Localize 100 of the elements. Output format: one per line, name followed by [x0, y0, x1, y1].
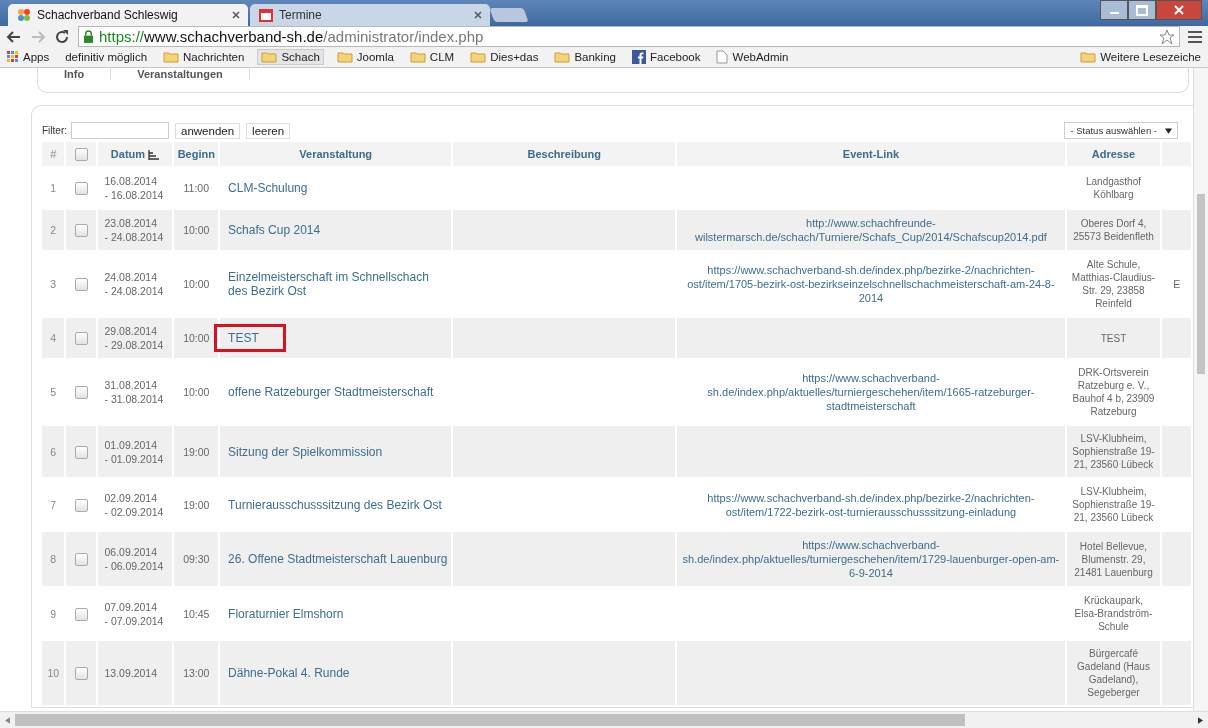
bookmark[interactable]: Joomla: [333, 50, 397, 64]
event-link[interactable]: offene Ratzeburger Stadtmeisterschaft: [228, 385, 434, 399]
start-time: 19:00: [183, 445, 210, 458]
date-range: 31.08.2014 - 31.08.2014: [104, 379, 164, 405]
start-time: 10:00: [183, 332, 210, 344]
start-time: 09:30: [183, 553, 210, 565]
date-range: 01.09.2014 - 01.09.2014: [104, 438, 164, 465]
bookmark[interactable]: Banking: [551, 50, 619, 64]
start-time: 19:00: [183, 498, 210, 511]
row-checkbox[interactable]: [74, 553, 88, 567]
forward-icon[interactable]: [30, 28, 46, 45]
row-checkbox[interactable]: [74, 332, 88, 346]
close-icon[interactable]: [474, 11, 482, 19]
bookmark[interactable]: Nachrichten: [160, 50, 248, 64]
browser-tab[interactable]: Termine: [250, 4, 490, 26]
start-time: 10:45: [183, 607, 210, 620]
address-text: Oberes Dorf 4, 25573 Beidenfleth: [1073, 218, 1154, 242]
bookmark[interactable]: Apps: [4, 50, 53, 64]
status-dropdown[interactable]: - Status auswählen -: [1064, 122, 1178, 139]
url-link[interactable]: https://www.schachverband-sh.de/index.php/aktuelles/turniergeschehen/item/1665-ratzeburger-stadtmeisterschaft: [679, 371, 1063, 413]
folder-icon: [470, 51, 487, 63]
row-checkbox[interactable]: [74, 445, 88, 459]
calendar-icon: [258, 7, 274, 23]
reload-icon[interactable]: [54, 28, 70, 45]
row-number: 5: [50, 386, 57, 398]
address-text: Bürgercafé Gadeland (Haus Gadeland), Segeberger: [1077, 648, 1150, 698]
new-tab-button[interactable]: [489, 8, 529, 22]
row-checkbox[interactable]: [74, 386, 88, 400]
row-number: 6: [50, 445, 57, 458]
filter-field[interactable]: [71, 122, 169, 139]
menu-icon[interactable]: [1188, 30, 1202, 43]
row-checkbox[interactable]: [74, 498, 88, 512]
folder-icon: [409, 51, 426, 63]
column-header[interactable]: Event-Link: [842, 148, 900, 160]
table-cell: E: [1173, 278, 1181, 290]
page-tab[interactable]: Info: [38, 68, 112, 80]
clear-button[interactable]: leeren: [246, 122, 291, 139]
horizontal-scrollbar[interactable]: [0, 711, 1208, 728]
back-icon[interactable]: [6, 28, 22, 45]
column-header[interactable]: Beschreibung: [527, 148, 601, 160]
row-checkbox[interactable]: [74, 182, 88, 196]
maximize-button[interactable]: [1128, 0, 1156, 20]
dropdown-caret-icon: [1165, 127, 1172, 134]
row-checkbox[interactable]: [74, 667, 88, 681]
date-range: 16.08.2014 - 16.08.2014: [104, 175, 164, 201]
page-tab[interactable]: Veranstaltungen: [111, 68, 250, 80]
apply-button[interactable]: anwenden: [175, 122, 241, 139]
folder-icon: [261, 51, 278, 63]
event-link[interactable]: CLM-Schulung: [228, 181, 308, 195]
event-link[interactable]: Dähne-Pokal 4. Runde: [228, 666, 350, 680]
row-number: 10: [47, 667, 60, 679]
sort-icon[interactable]: [148, 150, 161, 161]
close-icon: [1174, 5, 1184, 15]
start-time: 10:00: [183, 224, 210, 236]
url-link[interactable]: https://www.schachverband-sh.de/index.php/bezirke-2/nachrichten-ost/item/1705-bezirk-ost-bezirkseinzelschnellschachmeisterschaft-am-24-8-2014: [679, 263, 1063, 305]
date-range: 24.08.2014 - 24.08.2014: [104, 271, 164, 297]
event-link[interactable]: Schafs Cup 2014: [228, 223, 321, 237]
browser-tab[interactable]: Schachverband Schleswig: [8, 4, 248, 26]
date-range: 06.09.2014 - 06.09.2014: [104, 546, 164, 572]
apps-grid-icon: [7, 51, 19, 63]
address-text: Hotel Bellevue, Blumenstr. 29, 21481 Lauenburg: [1074, 540, 1153, 578]
page-icon: [716, 50, 729, 64]
event-link[interactable]: TEST: [228, 331, 259, 345]
event-link[interactable]: Sitzung der Spielkommission: [228, 444, 383, 459]
vertical-scrollbar[interactable]: [1193, 68, 1208, 711]
bookmark[interactable]: Facebook: [628, 49, 704, 65]
row-checkbox[interactable]: [74, 224, 88, 238]
event-link[interactable]: Turnierausschusssitzung des Bezirk Ost: [228, 497, 442, 512]
url-link[interactable]: https://www.schachverband-sh.de/index.php/bezirke-2/nachrichten-ost/item/1722-bezirk-ost-turnierausschusssitzung-einladung: [679, 490, 1063, 519]
column-header[interactable]: #: [50, 148, 57, 160]
bookmark[interactable]: Weitere Lesezeiche: [1077, 50, 1204, 64]
start-time: 13:00: [183, 667, 210, 679]
bookmark[interactable]: definitiv möglich: [62, 50, 151, 64]
lock-icon: [83, 30, 94, 43]
filter-label: Filter:: [42, 125, 67, 136]
address-bar[interactable]: https://www.schachverband-sh.de/administrator/index.php: [78, 26, 1180, 47]
event-link[interactable]: Einzelmeisterschaft im Schnellschach des Bezirk Ost: [228, 270, 450, 298]
close-button[interactable]: [1156, 0, 1202, 20]
row-checkbox[interactable]: [74, 278, 88, 292]
close-icon[interactable]: [232, 11, 240, 19]
date-range: 23.08.2014 - 24.08.2014: [104, 217, 164, 243]
folder-icon: [336, 51, 353, 63]
scroll-left-icon[interactable]: [5, 716, 10, 724]
address-text: TEST: [1100, 332, 1127, 344]
row-number: 4: [50, 332, 57, 344]
star-icon[interactable]: [1159, 28, 1175, 45]
column-header[interactable]: Veranstaltung: [299, 148, 373, 160]
select-all-checkbox[interactable]: [74, 147, 88, 161]
event-link[interactable]: Floraturnier Elmshorn: [228, 606, 344, 621]
bookmark[interactable]: Dies+das: [467, 50, 542, 64]
minimize-button[interactable]: [1100, 0, 1128, 20]
row-checkbox[interactable]: [74, 607, 88, 621]
bookmark[interactable]: Schach: [257, 49, 324, 65]
bookmark[interactable]: CLM: [406, 50, 458, 64]
date-range: 13.09.2014: [104, 667, 158, 679]
bookmark[interactable]: WebAdmin: [713, 49, 792, 65]
joomla-logo-icon: [16, 7, 32, 23]
start-time: 10:00: [183, 386, 210, 398]
scroll-right-icon[interactable]: [1198, 716, 1203, 724]
row-number: 3: [50, 278, 57, 290]
